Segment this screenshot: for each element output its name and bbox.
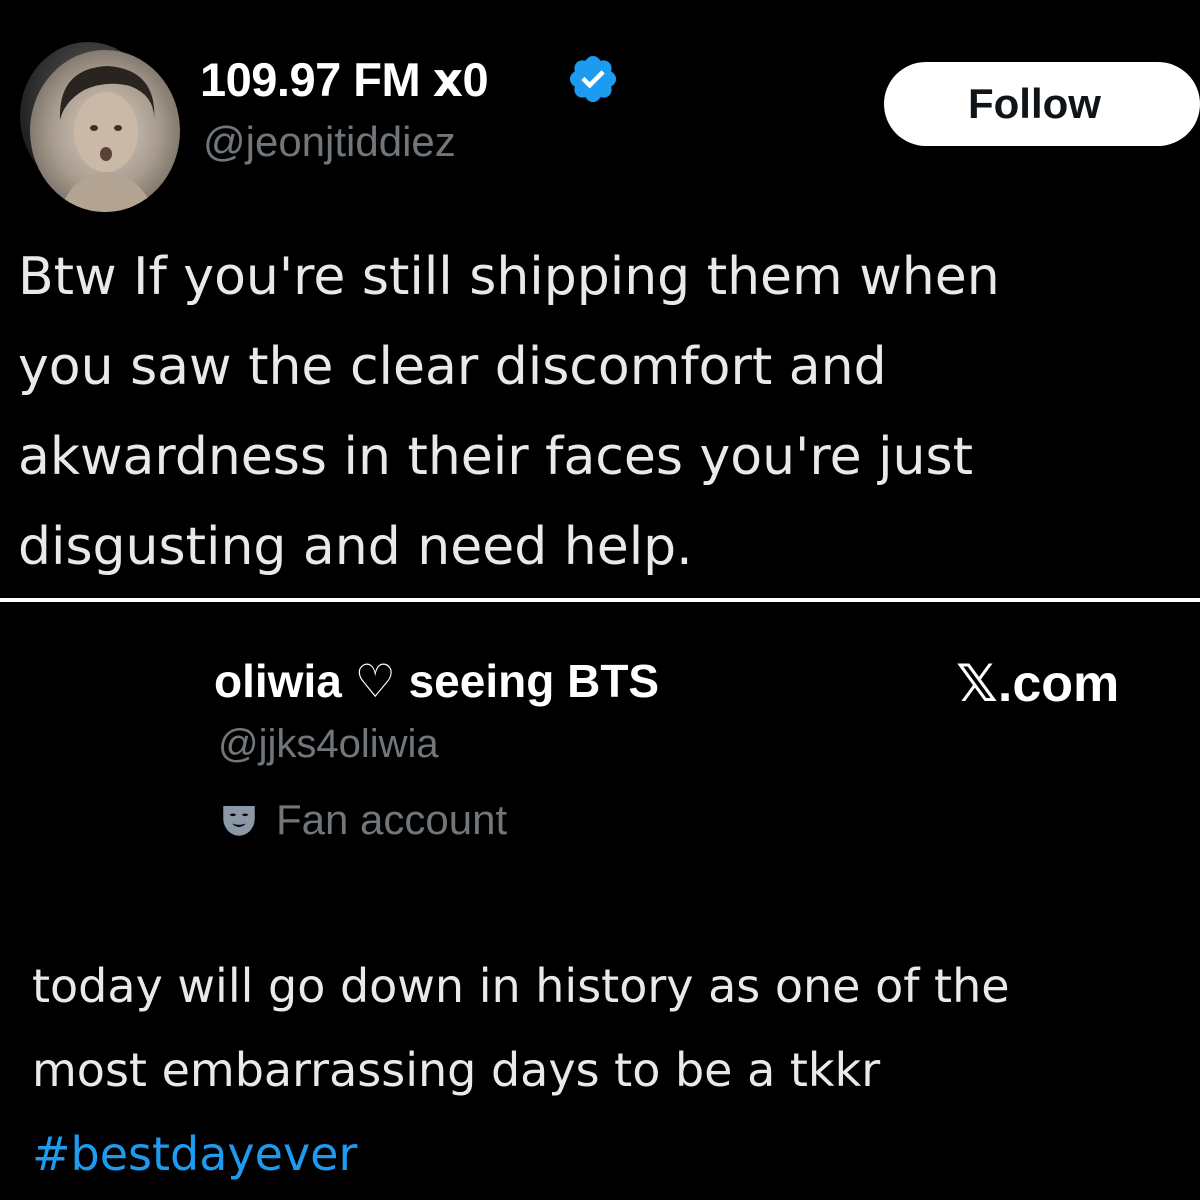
bottom-post-display-name[interactable]: oliwia ♡ seeing BTS xyxy=(214,654,659,708)
bottom-post-handle[interactable]: @jjks4oliwia xyxy=(218,722,439,767)
bottom-post-text: today will go down in history as one of … xyxy=(32,944,1192,1196)
top-post-text-line: Btw If you're still shipping them when xyxy=(18,247,1000,307)
source-label: 𝕏.com xyxy=(956,655,1120,713)
top-post-text-line: akwardness in their faces you're just xyxy=(18,427,973,487)
bottom-post-text-line: most embarrassing days to be a tkkr xyxy=(32,1043,881,1097)
bottom-post-text-line: today will go down in history as one of … xyxy=(32,959,1010,1013)
top-post-handle[interactable]: @jeonjtiddiez xyxy=(203,118,456,166)
top-post: 109.97 FM ⅹ0 @jeonjtiddiez Follow Btw If… xyxy=(0,0,1200,598)
account-type-label: Fan account xyxy=(218,790,507,850)
hashtag-link[interactable]: #bestdayever xyxy=(32,1112,1192,1196)
top-post-text-line: disgusting and need help. xyxy=(18,517,693,577)
mask-icon xyxy=(223,806,255,836)
top-post-text-line: you saw the clear discomfort and xyxy=(18,337,887,397)
top-post-text: Btw If you're still shipping them when y… xyxy=(18,232,1200,592)
bottom-post-avatar[interactable] xyxy=(30,50,180,212)
verified-badge-icon xyxy=(569,55,617,103)
fan-account-label: Fan account xyxy=(276,796,508,843)
follow-button[interactable]: Follow xyxy=(884,62,1200,146)
top-post-display-name[interactable]: 109.97 FM ⅹ0 xyxy=(200,52,489,108)
avatar-photo xyxy=(59,66,155,212)
